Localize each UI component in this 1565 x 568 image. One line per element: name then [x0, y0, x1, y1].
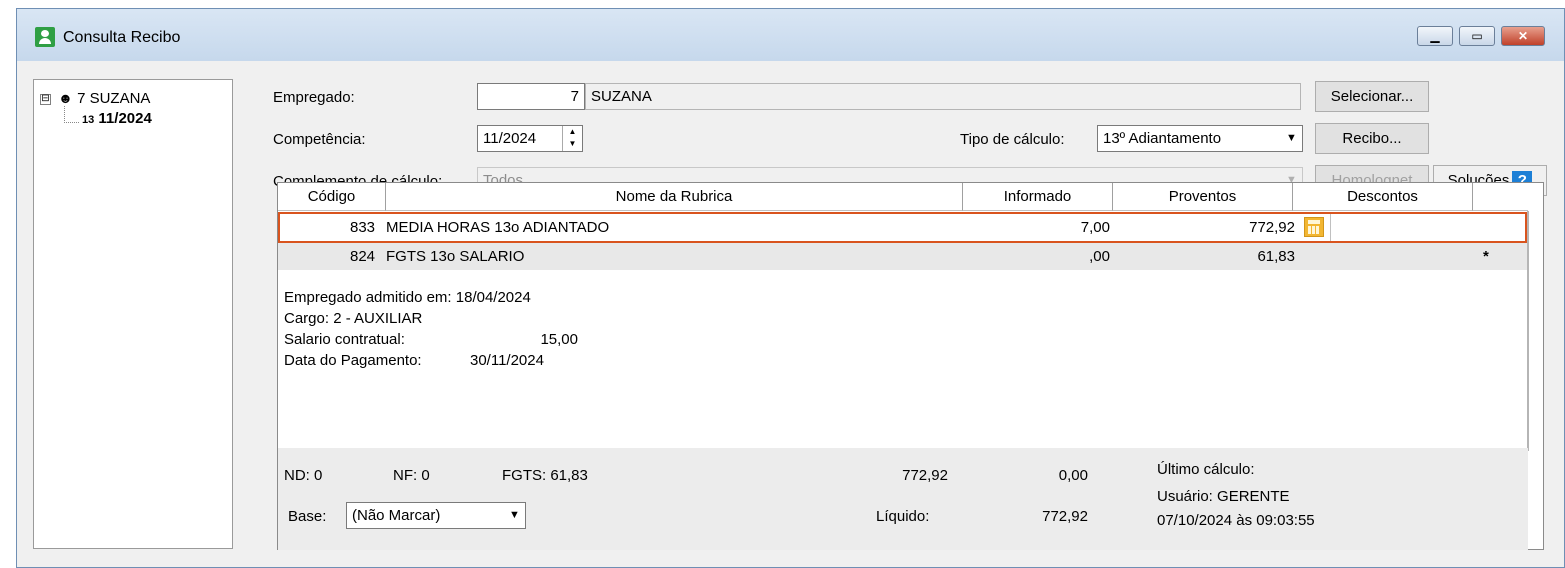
vertical-scrollbar[interactable]: [1527, 211, 1529, 451]
empregado-name-field: SUZANA: [585, 83, 1301, 110]
empregado-code-input[interactable]: 7: [477, 83, 585, 110]
cell-proventos: 61,83: [1257, 248, 1295, 265]
recibo-button[interactable]: Recibo...: [1315, 123, 1429, 154]
employee-tree[interactable]: ⊟ ☻ 7 SUZANA 13 11/2024: [33, 79, 233, 549]
info-cargo: Cargo: 2 - AUXILIAR: [284, 310, 423, 327]
footer-fgts: FGTS: 61,83: [502, 467, 588, 484]
cell-nome: MEDIA HORAS 13o ADIANTADO: [386, 219, 610, 236]
footer-data-calculo: 07/10/2024 às 09:03:55: [1157, 512, 1315, 529]
footer-nd: ND: 0: [284, 467, 323, 484]
base-select[interactable]: (Não Marcar) ▼: [346, 502, 526, 529]
cell-informado: ,00: [1089, 248, 1110, 265]
collapse-icon[interactable]: ⊟: [40, 93, 51, 105]
tree-connector: [64, 106, 79, 123]
consulta-recibo-window: Consulta Recibo ▁ ▭ ✕ ⊟ ☻ 7 SUZANA 13 11…: [16, 8, 1565, 568]
cell-divider: [1330, 214, 1331, 241]
employee-node-icon: ☻: [58, 90, 73, 106]
table-row[interactable]: 833 MEDIA HORAS 13o ADIANTADO 7,00 772,9…: [278, 212, 1527, 243]
info-admitido: Empregado admitido em: 18/04/2024: [284, 289, 531, 306]
tree-node-employee-label: 7 SUZANA: [77, 90, 151, 107]
tipo-calculo-value: 13º Adiantamento: [1103, 130, 1222, 147]
competencia-label: Competência:: [273, 131, 366, 148]
liquido-label: Líquido:: [876, 508, 930, 525]
info-salario-label: Salario contratual:: [284, 331, 405, 348]
calendar-13-icon: 13: [82, 114, 95, 126]
cell-nome: FGTS 13o SALARIO: [386, 248, 525, 265]
header-informado[interactable]: Informado: [963, 183, 1113, 211]
calculator-icon[interactable]: [1304, 217, 1324, 237]
liquido-value: 772,92: [1042, 508, 1088, 525]
tree-node-competencia-label: 11/2024: [98, 110, 152, 127]
window-title: Consulta Recibo: [63, 29, 181, 46]
header-codigo[interactable]: Código: [278, 183, 386, 211]
footer-nf: NF: 0: [393, 467, 430, 484]
competencia-value: 11/2024: [483, 130, 537, 147]
info-salario-value: 15,00: [540, 331, 578, 348]
close-button[interactable]: ✕: [1501, 26, 1545, 46]
table-row[interactable]: 824 FGTS 13o SALARIO ,00 61,83 *: [278, 243, 1528, 270]
tipo-calculo-select[interactable]: 13º Adiantamento ▼: [1097, 125, 1303, 152]
competencia-spinner[interactable]: ▲ ▼: [562, 126, 582, 151]
spin-up-icon[interactable]: ▲: [563, 126, 582, 138]
maximize-button[interactable]: ▭: [1459, 26, 1495, 46]
footer-total-proventos: 772,92: [902, 467, 948, 484]
rubricas-grid[interactable]: Código Nome da Rubrica Informado Provent…: [277, 182, 1544, 550]
empregado-label: Empregado:: [273, 89, 355, 106]
footer-usuario: Usuário: GERENTE: [1157, 488, 1290, 505]
cell-codigo: 824: [350, 248, 376, 265]
header-descontos[interactable]: Descontos: [1293, 183, 1473, 211]
competencia-input[interactable]: 11/2024 ▲ ▼: [477, 125, 583, 152]
cell-informado: 7,00: [1080, 219, 1110, 236]
info-pagamento-value: 30/11/2024: [470, 352, 544, 369]
selecionar-button[interactable]: Selecionar...: [1315, 81, 1429, 112]
header-extra: [1473, 183, 1528, 211]
header-nome-rubrica[interactable]: Nome da Rubrica: [386, 183, 963, 211]
chevron-down-icon[interactable]: ▼: [506, 505, 523, 526]
cell-codigo: 833: [350, 219, 376, 236]
totals-footer: ND: 0 NF: 0 FGTS: 61,83 772,92 0,00 Últi…: [278, 448, 1528, 550]
footer-ultimo-calculo: Último cálculo:: [1157, 461, 1255, 478]
tipo-calculo-label: Tipo de cálculo:: [960, 131, 1065, 148]
spin-down-icon[interactable]: ▼: [563, 138, 582, 150]
header-proventos[interactable]: Proventos: [1113, 183, 1293, 211]
base-value: (Não Marcar): [352, 507, 441, 524]
base-label: Base:: [288, 508, 327, 525]
tree-node-competencia[interactable]: 13 11/2024: [82, 110, 152, 127]
info-pagamento-label: Data do Pagamento:: [284, 352, 422, 369]
footer-total-descontos: 0,00: [1058, 467, 1088, 484]
minimize-button[interactable]: ▁: [1417, 26, 1453, 46]
row-mark: *: [1483, 248, 1489, 265]
chevron-down-icon[interactable]: ▼: [1283, 128, 1300, 149]
app-user-icon: [35, 27, 55, 47]
cell-proventos: 772,92: [1249, 219, 1295, 236]
title-bar: Consulta Recibo ▁ ▭ ✕: [17, 9, 1564, 61]
tree-node-employee[interactable]: ⊟ ☻ 7 SUZANA: [40, 90, 150, 107]
